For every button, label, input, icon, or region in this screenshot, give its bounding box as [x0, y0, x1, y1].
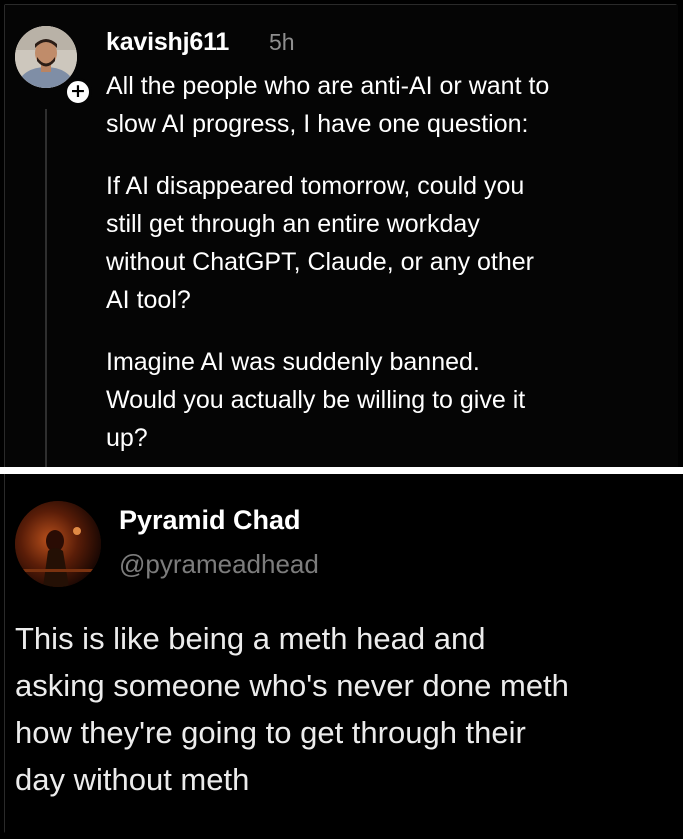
text-line: All the people who are anti-AI or want t…: [106, 72, 550, 100]
text-line: without ChatGPT, Claude, or any other: [106, 248, 535, 276]
text-line: up?: [106, 424, 148, 452]
text-line: slow AI progress, I have one question:: [106, 110, 529, 138]
display-name[interactable]: Pyramid Chad: [119, 505, 301, 536]
text-line: Would you actually be willing to give it: [106, 386, 526, 414]
text-line: Imagine AI was suddenly banned.: [106, 348, 480, 376]
username[interactable]: kavishj611: [106, 28, 229, 57]
text-line: how they're going to get through their: [15, 715, 526, 750]
post-paragraph-2: If AI disappeared tomorrow, could you st…: [106, 167, 671, 319]
text-line: If AI disappeared tomorrow, could you: [106, 172, 525, 200]
post-divider: [0, 467, 683, 474]
post-body: This is like being a meth head and askin…: [15, 615, 569, 803]
user-handle[interactable]: @pyrameadhead: [119, 549, 319, 580]
follow-plus-icon[interactable]: +: [64, 78, 92, 106]
screenshot-frame: + kavishj611 5h All the people who are a…: [0, 0, 683, 839]
text-line: This is like being a meth head and: [15, 621, 486, 656]
text-line: day without meth: [15, 762, 250, 797]
x-post[interactable]: Pyramid Chad @pyrameadhead This is like …: [5, 474, 678, 833]
thread-connector-line: [45, 109, 47, 467]
avatar-photo-icon: [15, 501, 101, 587]
text-line: still get through an entire workday: [106, 210, 480, 238]
text-line: AI tool?: [106, 286, 191, 314]
threads-post[interactable]: + kavishj611 5h All the people who are a…: [5, 5, 678, 467]
text-line: asking someone who's never done meth: [15, 668, 569, 703]
post-paragraph-1: All the people who are anti-AI or want t…: [106, 67, 671, 143]
post-paragraph-3: Imagine AI was suddenly banned. Would yo…: [106, 343, 671, 457]
user-avatar[interactable]: [15, 501, 101, 587]
avatar-photo-icon: [15, 26, 77, 88]
post-timestamp: 5h: [269, 29, 295, 55]
user-avatar[interactable]: [15, 26, 77, 88]
